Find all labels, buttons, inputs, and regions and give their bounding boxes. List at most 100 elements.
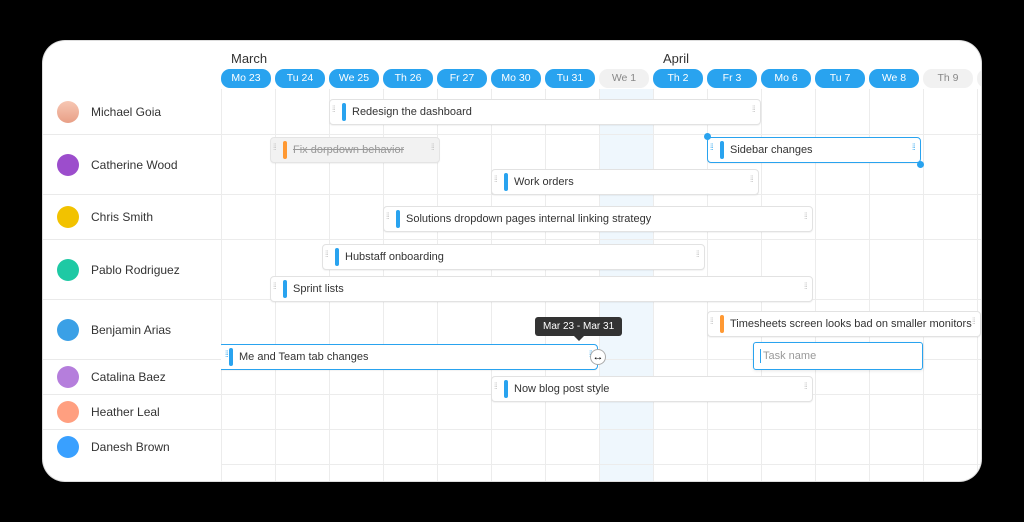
drag-handle-icon[interactable]: ::::	[750, 177, 756, 181]
drag-handle-icon[interactable]: ::::	[494, 384, 500, 388]
drag-handle-icon[interactable]: ::::	[710, 145, 716, 149]
grid-vline	[221, 89, 222, 481]
day-column-header[interactable]: We 8	[869, 69, 919, 88]
task-color-bar	[396, 210, 400, 228]
day-column-header[interactable]: Mo 23	[221, 69, 271, 88]
person-name: Pablo Rodriguez	[91, 263, 180, 277]
task-sprint-lists[interactable]: ::::Sprint lists::::	[270, 276, 813, 302]
month-header-row: March April	[221, 51, 981, 67]
person-name: Heather Leal	[91, 405, 160, 419]
day-column-header[interactable]: Fr 27	[437, 69, 487, 88]
drag-handle-icon[interactable]: ::::	[225, 352, 231, 356]
sidebar-row[interactable]: Chris Smith	[43, 194, 221, 239]
day-column-header[interactable]: Tu 24	[275, 69, 325, 88]
drag-handle-icon[interactable]: ::::	[804, 214, 810, 218]
person-name: Benjamin Arias	[91, 323, 171, 337]
task-label: Sprint lists	[293, 283, 344, 295]
avatar	[57, 319, 79, 341]
grid-hline	[221, 239, 981, 240]
day-column-header[interactable]: Mo 6	[761, 69, 811, 88]
avatar	[57, 206, 79, 228]
drag-handle-icon[interactable]: ::::	[912, 145, 918, 149]
avatar	[57, 401, 79, 423]
task-label: Me and Team tab changes	[239, 351, 368, 363]
task-label: Work orders	[514, 176, 574, 188]
task-label: Redesign the dashboard	[352, 106, 472, 118]
person-name: Michael Goia	[91, 105, 161, 119]
drag-handle-icon[interactable]: ::::	[804, 384, 810, 388]
grid-hline	[221, 429, 981, 430]
day-column-header[interactable]: Fr 10	[977, 69, 981, 88]
task-redesign-dashboard[interactable]: ::::Redesign the dashboard::::	[329, 99, 761, 125]
selection-handle-icon[interactable]	[917, 161, 924, 168]
task-color-bar	[283, 280, 287, 298]
day-header-row: Mo 23Tu 24We 25Th 26Fr 27Mo 30Tu 31We 1T…	[221, 69, 981, 89]
day-column-header[interactable]: Fr 3	[707, 69, 757, 88]
placeholder-text: Task name	[763, 350, 816, 362]
task-color-bar	[229, 348, 233, 366]
task-work-orders[interactable]: ::::Work orders::::	[491, 169, 759, 195]
gantt-frame: Michael Goia Catherine Wood Chris Smith Pab…	[43, 41, 981, 481]
selection-handle-icon[interactable]	[704, 133, 711, 140]
person-name: Catherine Wood	[91, 158, 178, 172]
person-name: Catalina Baez	[91, 370, 166, 384]
grid-vline	[923, 89, 924, 481]
drag-handle-icon[interactable]: ::::	[431, 145, 437, 149]
avatar	[57, 154, 79, 176]
task-color-bar	[504, 380, 508, 398]
day-column-header[interactable]: Tu 31	[545, 69, 595, 88]
sidebar-row[interactable]: Heather Leal	[43, 394, 221, 429]
day-column-header[interactable]: Mo 30	[491, 69, 541, 88]
drag-handle-icon[interactable]: ::::	[494, 177, 500, 181]
day-column-header[interactable]: Th 9	[923, 69, 973, 88]
drag-handle-icon[interactable]: ::::	[710, 319, 716, 323]
task-label: Fix dorpdown behavior	[293, 144, 404, 156]
person-name: Danesh Brown	[91, 440, 170, 454]
drag-handle-icon[interactable]: ::::	[325, 252, 331, 256]
day-column-header[interactable]: Th 2	[653, 69, 703, 88]
drag-handle-icon[interactable]: ::::	[972, 319, 978, 323]
drag-handle-icon[interactable]: ::::	[332, 107, 338, 111]
day-column-header[interactable]: We 25	[329, 69, 379, 88]
task-color-bar	[342, 103, 346, 121]
new-task-input[interactable]: Task name	[753, 342, 923, 370]
drag-handle-icon[interactable]: ::::	[386, 214, 392, 218]
drag-handle-icon[interactable]: ::::	[273, 145, 279, 149]
person-name: Chris Smith	[91, 210, 153, 224]
drag-handle-icon[interactable]: ::::	[273, 284, 279, 288]
task-solutions-dropdown[interactable]: ::::Solutions dropdown pages internal li…	[383, 206, 813, 232]
date-range-tooltip: Mar 23 - Mar 31	[535, 317, 622, 336]
month-label: April	[663, 51, 689, 66]
timeline-area: March April Mo 23Tu 24We 25Th 26Fr 27Mo 3…	[221, 41, 981, 481]
sidebar-row[interactable]: Catalina Baez	[43, 359, 221, 394]
task-timesheets-bad[interactable]: ::::Timesheets screen looks bad on small…	[707, 311, 981, 337]
sidebar-row[interactable]: Benjamin Arias	[43, 299, 221, 359]
task-color-bar	[720, 315, 724, 333]
task-color-bar	[283, 141, 287, 159]
month-label: March	[231, 51, 267, 66]
grid-hline	[221, 134, 981, 135]
task-fix-dropdown[interactable]: ::::Fix dorpdown behavior::::	[270, 137, 440, 163]
avatar	[57, 101, 79, 123]
task-label: Solutions dropdown pages internal linkin…	[406, 213, 651, 225]
sidebar-row[interactable]: Catherine Wood	[43, 134, 221, 194]
avatar	[57, 436, 79, 458]
task-label: Timesheets screen looks bad on smaller m…	[730, 318, 972, 330]
day-column-header[interactable]: We 1	[599, 69, 649, 88]
drag-handle-icon[interactable]: ::::	[752, 107, 758, 111]
timeline-grid[interactable]: ::::Redesign the dashboard::::::::Fix do…	[221, 89, 981, 481]
sidebar-row[interactable]: Pablo Rodriguez	[43, 239, 221, 299]
day-column-header[interactable]: Tu 7	[815, 69, 865, 88]
task-color-bar	[335, 248, 339, 266]
task-label: Sidebar changes	[730, 144, 813, 156]
task-me-team-tab[interactable]: ::::Me and Team tab changes::::	[221, 344, 598, 370]
task-sidebar-changes[interactable]: ::::Sidebar changes::::	[707, 137, 921, 163]
drag-handle-icon[interactable]: ::::	[804, 284, 810, 288]
sidebar-row[interactable]: Danesh Brown	[43, 429, 221, 464]
drag-handle-icon[interactable]: ::::	[696, 252, 702, 256]
sidebar-row[interactable]: Michael Goia	[43, 89, 221, 134]
resize-cursor-icon[interactable]: ↔	[591, 350, 605, 364]
task-blog-style[interactable]: ::::Now blog post style::::	[491, 376, 813, 402]
task-hubstaff-onboarding[interactable]: ::::Hubstaff onboarding::::	[322, 244, 705, 270]
day-column-header[interactable]: Th 26	[383, 69, 433, 88]
